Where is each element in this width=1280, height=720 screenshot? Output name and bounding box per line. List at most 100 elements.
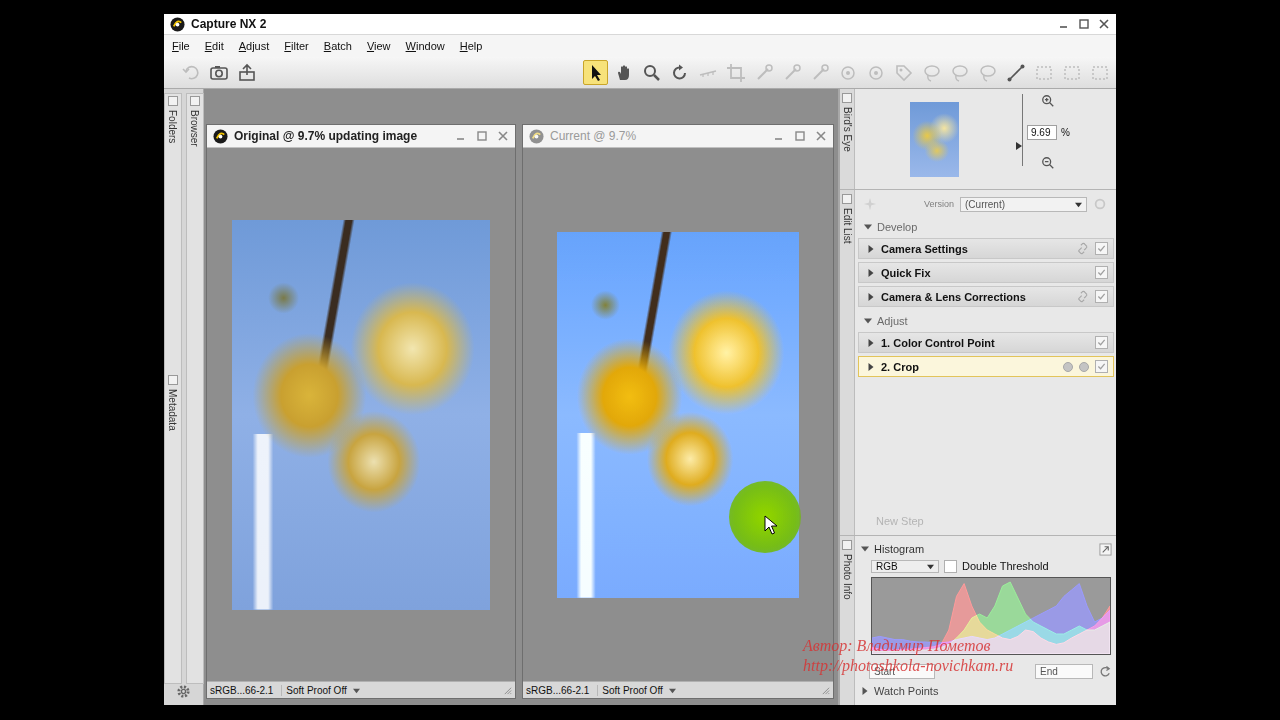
tool-button[interactable] [667,60,692,85]
step-checkbox[interactable] [1095,360,1108,373]
tool-button[interactable] [919,60,944,85]
dropdown-arrow-icon[interactable] [353,687,360,694]
new-step-button[interactable]: New Step [872,513,928,529]
pin-icon[interactable] [842,194,852,204]
gear-icon[interactable] [176,684,191,699]
step-checkbox[interactable] [1095,242,1108,255]
step-checkbox[interactable] [1095,290,1108,303]
menu-item[interactable]: Help [460,40,483,52]
tool-button[interactable] [639,60,664,85]
menu-item[interactable]: Filter [284,40,308,52]
tool-button[interactable] [1087,60,1112,85]
panel-tab[interactable]: Bird's Eye [840,89,855,189]
popout-icon[interactable] [1099,543,1112,556]
edit-step[interactable]: Quick Fix [858,262,1114,283]
watch-points-header[interactable]: Watch Points [861,683,1112,699]
step-checkbox[interactable] [1095,336,1108,349]
maximize-icon[interactable] [476,130,488,142]
edit-step[interactable]: Camera Settings [858,238,1114,259]
zoom-slider[interactable] [1016,94,1024,166]
menu-item[interactable]: Batch [324,40,352,52]
version-dropdown[interactable]: (Current) [960,197,1087,212]
tool-button[interactable] [1031,60,1056,85]
dock-tab[interactable]: Folders [167,94,178,143]
histogram-header[interactable]: Histogram [861,541,1112,557]
menu-item[interactable]: Window [406,40,445,52]
maximize-icon[interactable] [1078,18,1090,30]
tool-button[interactable] [751,60,776,85]
expanded-arrow-icon[interactable] [864,223,872,231]
link-icon[interactable] [1076,242,1089,255]
edit-step[interactable]: 1. Color Control Point [858,332,1114,353]
image-window[interactable]: Original @ 9.7% updating image sRGB...66… [206,124,516,699]
tool-button[interactable] [835,60,860,85]
close-icon[interactable] [815,130,827,142]
panel-tab[interactable]: Photo Info [840,536,855,705]
tool-button[interactable] [583,60,608,85]
dropdown-arrow-icon[interactable] [1075,201,1082,208]
tool-button[interactable] [947,60,972,85]
pin-icon[interactable] [168,96,178,106]
edit-list-section[interactable]: Adjust [858,311,1114,331]
tool-button[interactable] [1003,60,1028,85]
pin-icon[interactable] [168,375,178,385]
tool-button[interactable] [723,60,748,85]
tool-button[interactable] [807,60,832,85]
pin-icon[interactable] [842,93,852,103]
collapsed-arrow-icon[interactable] [867,293,875,301]
zoom-in-icon[interactable] [1041,94,1055,108]
reset-icon[interactable] [1099,665,1112,678]
minimize-icon[interactable] [773,130,785,142]
maximize-icon[interactable] [794,130,806,142]
tool-button[interactable] [206,60,231,85]
minimize-icon[interactable] [1058,18,1070,30]
edit-step[interactable]: 2. Crop [858,356,1114,377]
edit-list-section[interactable]: Develop [858,217,1114,237]
minimize-icon[interactable] [455,130,467,142]
image-window-title-bar[interactable]: Original @ 9.7% updating image [207,125,515,148]
tool-button[interactable] [695,60,720,85]
slider-thumb-icon[interactable] [1016,142,1022,150]
pin-icon[interactable] [842,540,852,550]
tool-button[interactable] [611,60,636,85]
collapsed-arrow-icon[interactable] [867,339,875,347]
tool-button[interactable] [234,60,259,85]
menu-item[interactable]: File [172,40,190,52]
dropdown-arrow-icon[interactable] [927,563,934,570]
menu-item[interactable]: Adjust [239,40,270,52]
close-icon[interactable] [1098,18,1110,30]
step-checkbox[interactable] [1095,266,1108,279]
double-threshold-checkbox[interactable] [944,560,957,573]
tool-button[interactable] [975,60,1000,85]
thumbnail[interactable] [910,102,959,177]
tool-button[interactable] [863,60,888,85]
start-field[interactable]: Start [869,664,935,679]
collapsed-arrow-icon[interactable] [867,245,875,253]
link-icon[interactable] [1076,290,1089,303]
close-icon[interactable] [497,130,509,142]
channel-dropdown[interactable]: RGB [871,560,939,573]
image-window-title-bar[interactable]: Current @ 9.7% [523,125,833,148]
menu-item[interactable]: View [367,40,391,52]
mask-dot-icon[interactable] [1079,362,1089,372]
panel-tab[interactable]: Edit List [840,190,855,535]
dock-tab[interactable]: Metadata [167,373,178,431]
image-window[interactable]: Current @ 9.7% sRGB...66-2.1 Soft Proof … [522,124,834,699]
menu-item[interactable]: Edit [205,40,224,52]
collapsed-arrow-icon[interactable] [867,363,875,371]
dock-tab[interactable]: Browser [189,94,200,147]
options-icon[interactable] [1093,197,1107,211]
tool-button[interactable] [779,60,804,85]
edit-step[interactable]: Camera & Lens Corrections [858,286,1114,307]
tool-button[interactable] [891,60,916,85]
dropdown-arrow-icon[interactable] [669,687,676,694]
zoom-out-icon[interactable] [1041,156,1055,170]
pin-icon[interactable] [190,96,200,106]
histogram-chart[interactable] [871,577,1111,655]
mask-dot-icon[interactable] [1063,362,1073,372]
tool-button[interactable] [178,60,203,85]
collapsed-arrow-icon[interactable] [867,269,875,277]
end-field[interactable]: End [1035,664,1093,679]
zoom-input[interactable]: 9.69 [1027,125,1057,140]
soft-proof-dropdown[interactable]: Soft Proof Off [597,685,679,696]
